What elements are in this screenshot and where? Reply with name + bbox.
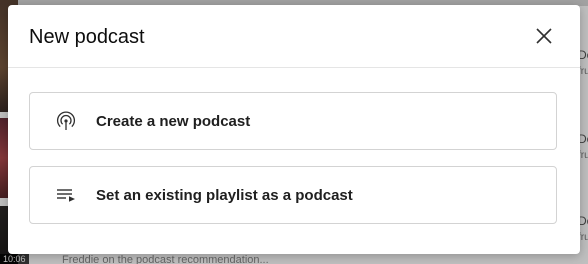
playlist-play-icon [54, 183, 78, 207]
close-icon [536, 28, 552, 44]
dialog-header: New podcast [8, 5, 580, 68]
page: 10:06 Do fru Do fru Do fru Freddie on th… [0, 0, 588, 264]
create-new-podcast-label: Create a new podcast [96, 113, 251, 130]
existing-playlist-label: Set an existing playlist as a podcast [96, 187, 353, 204]
existing-playlist-option[interactable]: Set an existing playlist as a podcast [29, 166, 557, 224]
close-button[interactable] [532, 24, 556, 48]
create-new-podcast-option[interactable]: Create a new podcast [29, 92, 557, 150]
podcast-broadcast-icon [54, 109, 78, 133]
dialog-title: New podcast [29, 26, 145, 48]
new-podcast-dialog: New podcast Create a new podcast Set an … [8, 5, 580, 254]
